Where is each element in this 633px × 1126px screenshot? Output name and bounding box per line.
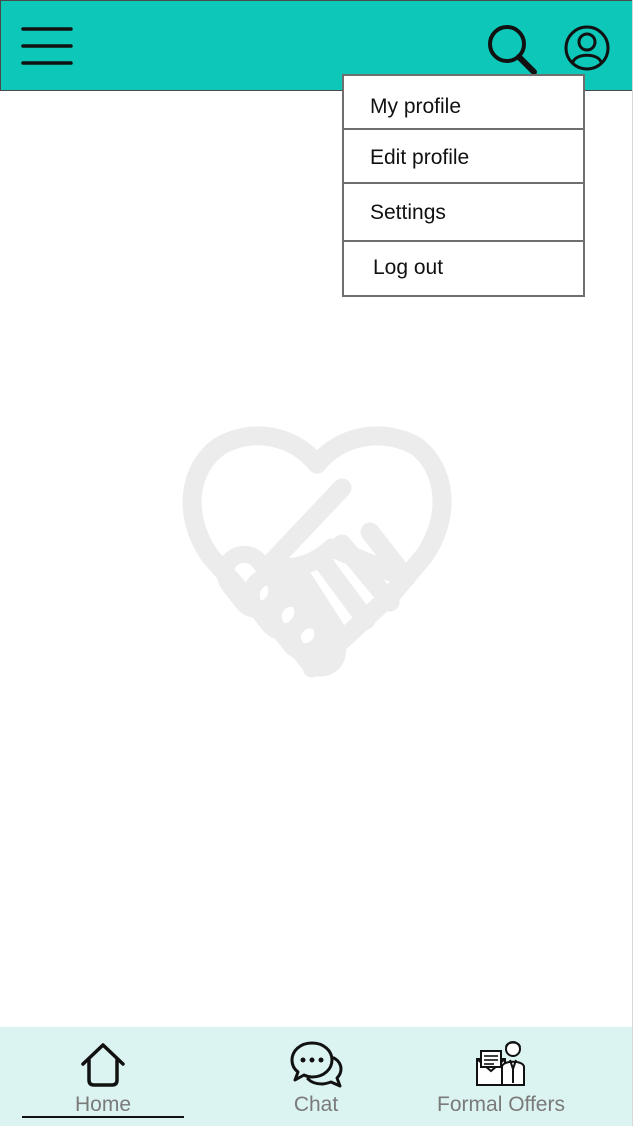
chat-bubbles-icon [290,1041,343,1088]
nav-label-chat: Chat [293,1093,339,1116]
menu-item-label: My profile [370,95,462,118]
home-icon [81,1043,125,1087]
search-icon [488,25,537,75]
nav-icon-wrapper [474,1039,528,1091]
app-screen: My profile Edit profile Settings Log out [0,0,633,1126]
nav-label-home: Home [74,1093,132,1116]
bottom-navigation-bar: Home Chat Formal Offers [0,1027,633,1126]
nav-item-home[interactable]: Home [22,1027,184,1126]
nav-item-formal-offers[interactable]: Formal Offers [420,1027,582,1126]
hamburger-menu-button[interactable] [19,23,75,69]
account-dropdown-menu: My profile Edit profile Settings Log out [342,74,585,297]
menu-item-my-profile[interactable]: My profile [344,76,583,128]
menu-item-log-out[interactable]: Log out [344,240,583,295]
hamburger-menu-icon [21,27,73,65]
menu-item-settings[interactable]: Settings [344,182,583,240]
formal-offers-icon [476,1041,525,1086]
active-tab-indicator [22,1116,184,1118]
nav-icon-wrapper [289,1039,343,1091]
search-button[interactable] [485,23,539,77]
heart-handshake-logo [180,424,454,680]
menu-item-label: Edit profile [370,146,470,169]
nav-label-formal-offers: Formal Offers [437,1093,565,1116]
menu-item-label: Settings [370,201,446,224]
nav-icon-wrapper [79,1039,127,1091]
account-circle-icon [564,25,610,71]
account-button[interactable] [562,23,612,73]
menu-item-label: Log out [373,256,444,279]
menu-item-edit-profile[interactable]: Edit profile [344,128,583,182]
heart-handshake-icon [182,426,452,678]
nav-item-chat[interactable]: Chat [250,1027,382,1126]
